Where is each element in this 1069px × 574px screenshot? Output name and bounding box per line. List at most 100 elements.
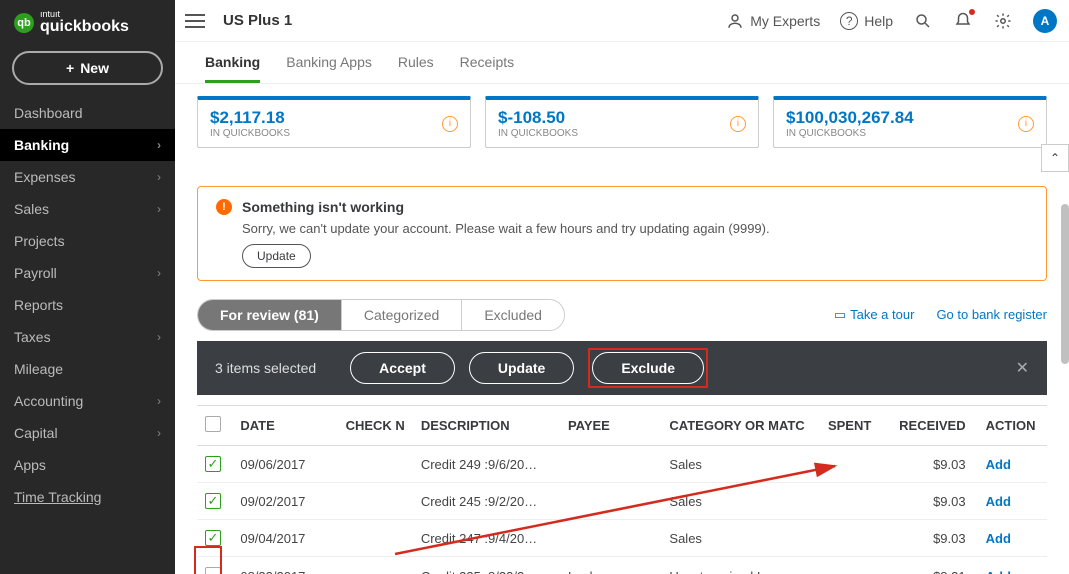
add-button[interactable]: Add bbox=[986, 494, 1011, 509]
collapse-icon[interactable]: ⌃ bbox=[1041, 144, 1069, 172]
col-desc[interactable]: DESCRIPTION bbox=[413, 406, 560, 446]
add-button[interactable]: Add bbox=[986, 569, 1011, 574]
cell-desc: Credit 249 :9/6/20… bbox=[413, 446, 560, 483]
cell-cat: Sales bbox=[661, 446, 820, 483]
accept-button[interactable]: Accept bbox=[350, 352, 455, 384]
cell-check bbox=[338, 446, 413, 483]
row-checkbox[interactable]: ✓ bbox=[205, 493, 221, 509]
logo-icon: qb bbox=[14, 13, 34, 33]
info-icon[interactable]: i bbox=[1018, 116, 1034, 132]
search-icon[interactable] bbox=[913, 11, 933, 31]
menu-icon[interactable] bbox=[185, 14, 205, 28]
take-tour-link[interactable]: ▭Take a tour bbox=[834, 307, 915, 323]
seg-categorized[interactable]: Categorized bbox=[342, 300, 463, 330]
tab-banking-apps[interactable]: Banking Apps bbox=[286, 54, 372, 83]
nav-dashboard[interactable]: Dashboard bbox=[0, 97, 175, 129]
nav-taxes[interactable]: Taxes› bbox=[0, 321, 175, 353]
cell-spent bbox=[820, 557, 888, 574]
bank-register-link[interactable]: Go to bank register bbox=[936, 307, 1047, 323]
nav-accounting[interactable]: Accounting› bbox=[0, 385, 175, 417]
info-icon[interactable]: i bbox=[730, 116, 746, 132]
nav-sales[interactable]: Sales› bbox=[0, 193, 175, 225]
col-spent[interactable]: SPENT bbox=[820, 406, 888, 446]
plus-icon: + bbox=[66, 60, 74, 76]
brand-name: quickbooks bbox=[40, 19, 129, 35]
info-icon[interactable]: i bbox=[442, 116, 458, 132]
cell-payee bbox=[560, 520, 661, 557]
cell-check bbox=[338, 520, 413, 557]
row-checkbox[interactable]: ✓ bbox=[205, 530, 221, 546]
nav-mileage[interactable]: Mileage bbox=[0, 353, 175, 385]
nav-projects[interactable]: Projects bbox=[0, 225, 175, 257]
table-row[interactable]: ✓ 09/06/2017 Credit 249 :9/6/20… Sales $9.03… bbox=[197, 446, 1047, 483]
card-sub: IN QUICKBOOKS bbox=[210, 128, 290, 139]
cell-spent bbox=[820, 520, 888, 557]
cell-desc: Credit 235 :8/23/2… bbox=[413, 557, 560, 574]
tour-icon: ▭ bbox=[834, 307, 846, 322]
selection-action-bar: 3 items selected Accept Update Exclude ✕ bbox=[197, 341, 1047, 395]
tab-rules[interactable]: Rules bbox=[398, 54, 434, 83]
gear-icon[interactable] bbox=[993, 11, 1013, 31]
transactions-table: DATE CHECK N DESCRIPTION PAYEE CATEGORY … bbox=[197, 405, 1047, 574]
warning-update-button[interactable]: Update bbox=[242, 244, 311, 268]
nav-capital[interactable]: Capital› bbox=[0, 417, 175, 449]
col-check[interactable]: CHECK N bbox=[338, 406, 413, 446]
tab-receipts[interactable]: Receipts bbox=[460, 54, 514, 83]
add-button[interactable]: Add bbox=[986, 531, 1011, 546]
select-all-checkbox[interactable] bbox=[205, 416, 221, 432]
scrollbar[interactable] bbox=[1061, 204, 1069, 364]
cell-date: 09/06/2017 bbox=[232, 446, 337, 483]
new-label: New bbox=[80, 60, 109, 76]
new-button[interactable]: + New bbox=[12, 51, 163, 85]
chevron-right-icon: › bbox=[157, 138, 161, 152]
nav-payroll[interactable]: Payroll› bbox=[0, 257, 175, 289]
col-date[interactable]: DATE bbox=[232, 406, 337, 446]
table-row[interactable]: ✓09/04/2017Credit 247 :9/4/20…Sales$9.03… bbox=[197, 520, 1047, 557]
col-payee[interactable]: PAYEE bbox=[560, 406, 661, 446]
col-action[interactable]: ACTION bbox=[978, 406, 1047, 446]
table-row[interactable]: ✓09/02/2017Credit 245 :9/2/20…Sales$9.03… bbox=[197, 483, 1047, 520]
exclude-button[interactable]: Exclude bbox=[592, 352, 704, 384]
warning-icon: ! bbox=[216, 199, 232, 215]
close-icon[interactable]: ✕ bbox=[1016, 358, 1029, 378]
nav-expenses[interactable]: Expenses› bbox=[0, 161, 175, 193]
cell-check bbox=[338, 483, 413, 520]
avatar[interactable]: A bbox=[1033, 9, 1057, 33]
cell-payee bbox=[560, 446, 661, 483]
account-card-1[interactable]: $2,117.18IN QUICKBOOKS i bbox=[197, 96, 471, 148]
cell-desc: Credit 245 :9/2/20… bbox=[413, 483, 560, 520]
account-card-3[interactable]: $100,030,267.84IN QUICKBOOKS i bbox=[773, 96, 1047, 148]
exclude-highlight: Exclude bbox=[588, 348, 708, 388]
update-button[interactable]: Update bbox=[469, 352, 574, 384]
nav-apps[interactable]: Apps bbox=[0, 449, 175, 481]
col-category[interactable]: CATEGORY OR MATC bbox=[661, 406, 820, 446]
cell-received: $9.03 bbox=[888, 446, 977, 483]
my-experts-link[interactable]: My Experts bbox=[726, 12, 820, 30]
warning-title: Something isn't working bbox=[242, 199, 404, 215]
cell-cat: Sales bbox=[661, 520, 820, 557]
account-card-2[interactable]: $-108.50IN QUICKBOOKS i bbox=[485, 96, 759, 148]
nav-banking[interactable]: Banking› bbox=[0, 129, 175, 161]
company-name[interactable]: US Plus 1 bbox=[223, 12, 292, 29]
nav-reports[interactable]: Reports bbox=[0, 289, 175, 321]
col-received[interactable]: RECEIVED bbox=[888, 406, 977, 446]
cell-received: $8.31 bbox=[888, 557, 977, 574]
bell-icon[interactable] bbox=[953, 11, 973, 31]
add-button[interactable]: Add bbox=[986, 457, 1011, 472]
cell-payee bbox=[560, 483, 661, 520]
person-icon bbox=[726, 12, 744, 30]
seg-for-review[interactable]: For review (81) bbox=[198, 300, 342, 330]
nav-time-tracking[interactable]: Time Tracking bbox=[0, 481, 175, 513]
cell-spent bbox=[820, 483, 888, 520]
question-icon: ? bbox=[840, 12, 858, 30]
seg-excluded[interactable]: Excluded bbox=[462, 300, 564, 330]
cell-date: 08/23/2017 bbox=[232, 557, 337, 574]
row-checkbox[interactable] bbox=[205, 567, 221, 574]
row-checkbox[interactable]: ✓ bbox=[205, 456, 221, 472]
cell-received: $9.03 bbox=[888, 483, 977, 520]
tab-banking[interactable]: Banking bbox=[205, 54, 260, 83]
selection-count: 3 items selected bbox=[215, 360, 316, 376]
table-row[interactable]: 08/23/2017Credit 235 :8/23/2…LoelUncateg… bbox=[197, 557, 1047, 574]
help-link[interactable]: ? Help bbox=[840, 12, 893, 30]
logo: qb ıntuıt quickbooks bbox=[0, 0, 175, 43]
